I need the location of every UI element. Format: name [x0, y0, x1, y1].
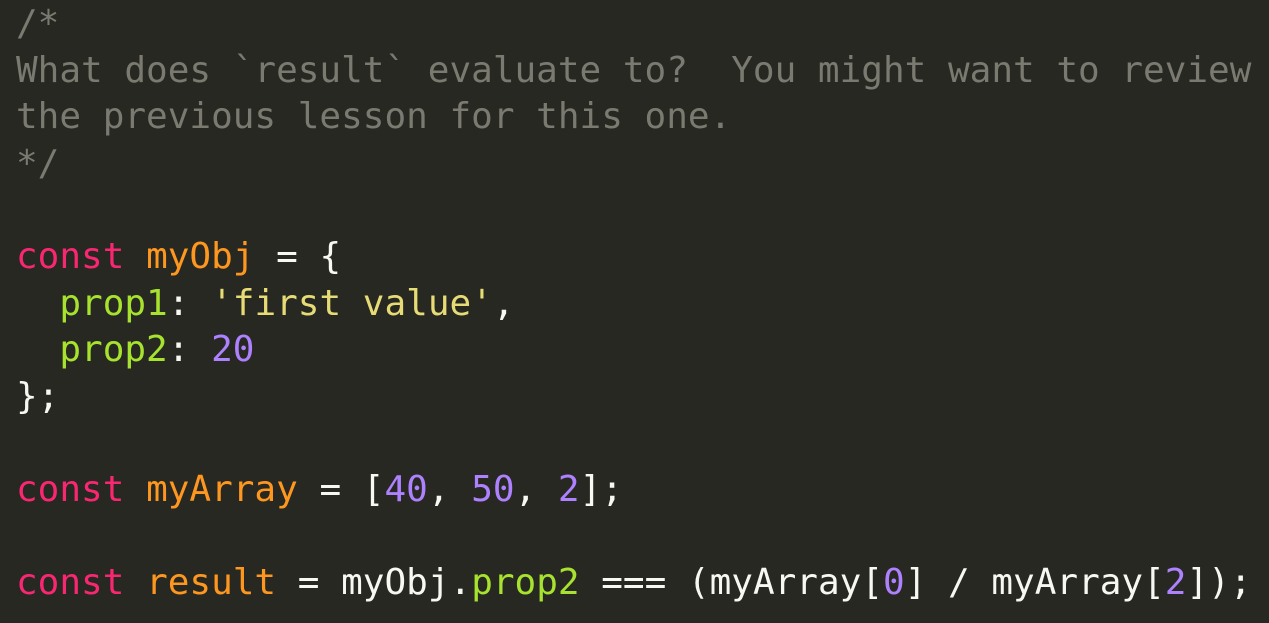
- punctuation-token: = [: [297, 468, 385, 510]
- keyword-token: const: [16, 235, 125, 277]
- number-literal-token: 2: [1164, 562, 1187, 604]
- code-line: */: [16, 141, 1252, 188]
- variable-name-token: result: [146, 562, 277, 604]
- punctuation-token: = myObj.: [276, 562, 472, 604]
- number-literal-token: 0: [883, 562, 905, 604]
- punctuation-token: :: [167, 329, 212, 371]
- code-line: /*: [16, 1, 1252, 48]
- punctuation-token: :: [167, 282, 212, 324]
- string-literal-token: 'first value': [211, 282, 493, 324]
- punctuation-token: === (myArray[: [579, 562, 883, 604]
- punctuation-token: [16, 329, 59, 370]
- code-line: prop1: 'first value',: [16, 281, 1252, 328]
- code-block: /* What does `result` evaluate to? You mi…: [16, 1, 1252, 607]
- punctuation-token: ,: [427, 468, 472, 510]
- number-literal-token: 40: [384, 468, 428, 510]
- variable-name-token: myArray: [146, 468, 298, 510]
- comment-text: What does `result` evaluate to? You migh…: [16, 49, 1252, 91]
- punctuation-token: };: [16, 375, 60, 417]
- punctuation-token: [124, 469, 146, 510]
- punctuation-token: ,: [492, 282, 515, 324]
- code-line: const myObj = {: [16, 234, 1252, 281]
- punctuation-token: [16, 283, 59, 324]
- punctuation-token: [124, 562, 146, 603]
- code-line: const myArray = [40, 50, 2];: [16, 467, 1252, 514]
- property-name-token: prop1: [59, 282, 168, 324]
- keyword-token: const: [16, 562, 125, 604]
- code-line: prop2: 20: [16, 327, 1252, 374]
- punctuation-token: ] / myArray[: [904, 562, 1165, 604]
- code-line: What does `result` evaluate to? You migh…: [16, 48, 1252, 95]
- code-line: const result = myObj.prop2 === (myArray[…: [16, 560, 1252, 607]
- variable-name-token: myObj: [146, 235, 255, 277]
- keyword-token: const: [16, 468, 125, 510]
- comment-text: */: [16, 142, 60, 184]
- code-editor[interactable]: /* What does `result` evaluate to? You mi…: [0, 0, 1269, 623]
- punctuation-token: ,: [514, 468, 558, 510]
- comment-text: the previous lesson for this one.: [16, 96, 732, 138]
- punctuation-token: = {: [254, 235, 342, 277]
- number-literal-token: 20: [211, 329, 255, 371]
- code-line: the previous lesson for this one.: [16, 94, 1252, 141]
- number-literal-token: 50: [471, 468, 515, 510]
- number-literal-token: 2: [557, 468, 580, 510]
- code-line: };: [16, 374, 1252, 421]
- comment-text: /*: [16, 3, 60, 44]
- punctuation-token: ];: [579, 468, 623, 510]
- punctuation-token: ]);: [1186, 562, 1252, 604]
- property-name-token: prop2: [59, 329, 168, 371]
- property-name-token: prop2: [471, 562, 580, 604]
- punctuation-token: [124, 236, 146, 277]
